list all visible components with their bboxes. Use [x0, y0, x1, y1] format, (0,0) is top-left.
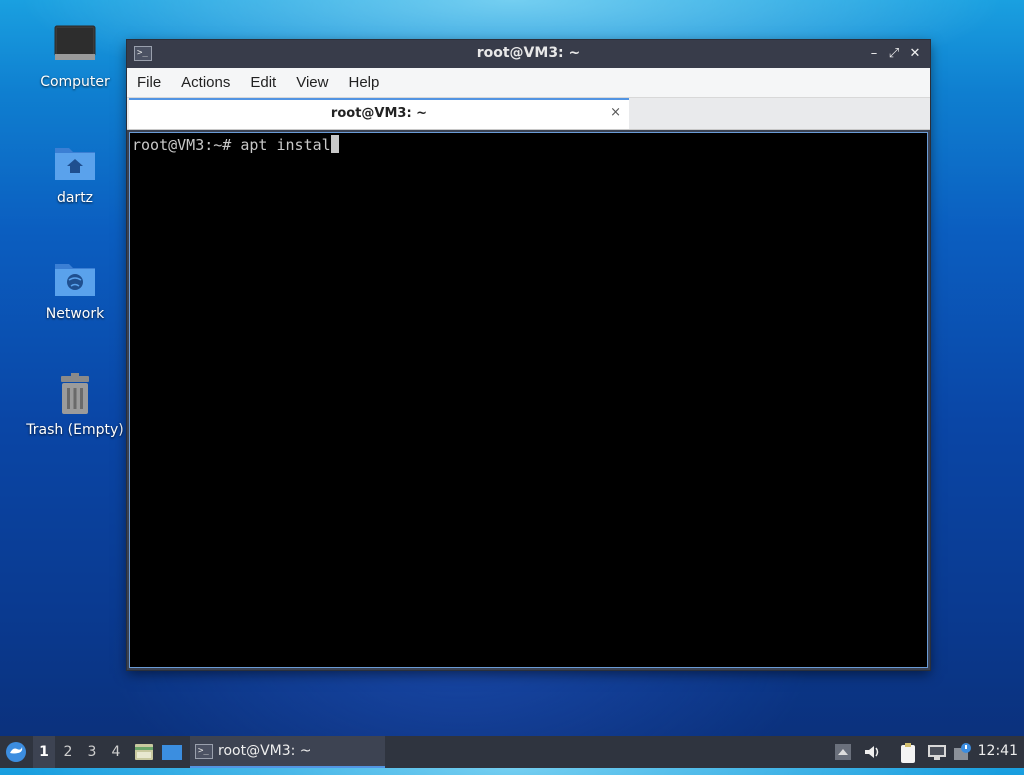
menu-help[interactable]: Help	[338, 68, 389, 91]
desktop-icon-label: dartz	[56, 190, 94, 206]
desktop-icon-label: Network	[45, 306, 105, 322]
update-notifier-icon[interactable]	[953, 742, 973, 762]
minimize-button[interactable]: –	[864, 44, 884, 64]
terminal-window[interactable]: >_ root@VM3: ~ – ⤢ ✕ File Actions Edit View…	[127, 40, 930, 670]
show-desktop-button[interactable]	[160, 736, 184, 768]
volume-icon[interactable]	[862, 742, 882, 762]
tab-label: root@VM3: ~	[330, 106, 428, 121]
workspace-1[interactable]: 1	[33, 736, 55, 768]
workspace-4[interactable]: 4	[105, 736, 127, 768]
start-menu-button[interactable]	[4, 736, 28, 768]
maximize-button[interactable]: ⤢	[884, 44, 904, 64]
window-titlebar[interactable]: >_ root@VM3: ~ – ⤢ ✕	[127, 40, 930, 68]
menu-actions[interactable]: Actions	[171, 68, 240, 91]
tab-bar: root@VM3: ~ ×	[127, 98, 930, 130]
desktop-icon-label: Trash (Empty)	[26, 422, 124, 438]
close-button[interactable]: ✕	[905, 44, 925, 64]
terminal-area[interactable]: root@VM3:~# apt instal	[129, 132, 928, 668]
task-label: root@VM3: ~	[218, 743, 312, 759]
tray-expand-icon[interactable]	[834, 742, 854, 762]
trash-icon	[53, 372, 97, 416]
menu-file[interactable]: File	[127, 68, 171, 91]
window-title: root@VM3: ~	[476, 45, 581, 61]
tab-terminal[interactable]: root@VM3: ~ ×	[129, 98, 629, 129]
desktop-icon-computer[interactable]: Computer	[24, 24, 126, 90]
desktop-icon-dartz[interactable]: dartz	[24, 140, 126, 206]
desktop-icon-network[interactable]: Network	[24, 256, 126, 322]
clipboard-icon[interactable]	[898, 742, 918, 763]
menu-view[interactable]: View	[286, 68, 338, 91]
terminal-command: apt instal	[240, 136, 331, 154]
workspace-3[interactable]: 3	[81, 736, 103, 768]
file-manager-launcher[interactable]	[133, 736, 155, 768]
taskbar: 1 2 3 4 >_ root@VM3: ~ 12:41	[0, 736, 1024, 768]
clock: 12:41	[977, 743, 1018, 759]
desktop-icon-label: Computer	[40, 74, 110, 90]
home-folder-icon	[53, 140, 97, 184]
menu-edit[interactable]: Edit	[240, 68, 286, 91]
tab-close-icon[interactable]: ×	[610, 105, 621, 120]
desktop-icon-trash[interactable]: Trash (Empty)	[24, 372, 126, 438]
taskbar-task-terminal[interactable]: >_ root@VM3: ~	[190, 736, 385, 768]
menubar: File Actions Edit View Help	[127, 68, 930, 98]
network-folder-icon	[53, 256, 97, 300]
text-cursor	[330, 135, 339, 153]
computer-icon	[53, 24, 97, 68]
terminal-icon: >_	[195, 744, 213, 759]
desktop-icon	[162, 745, 182, 760]
app-menu-icon	[6, 742, 26, 762]
terminal-line: root@VM3:~# apt instal	[132, 135, 339, 155]
terminal-prompt: root@VM3:~#	[132, 136, 241, 154]
workspace-2[interactable]: 2	[57, 736, 79, 768]
file-manager-icon	[135, 744, 153, 760]
network-status-icon[interactable]	[927, 742, 947, 762]
